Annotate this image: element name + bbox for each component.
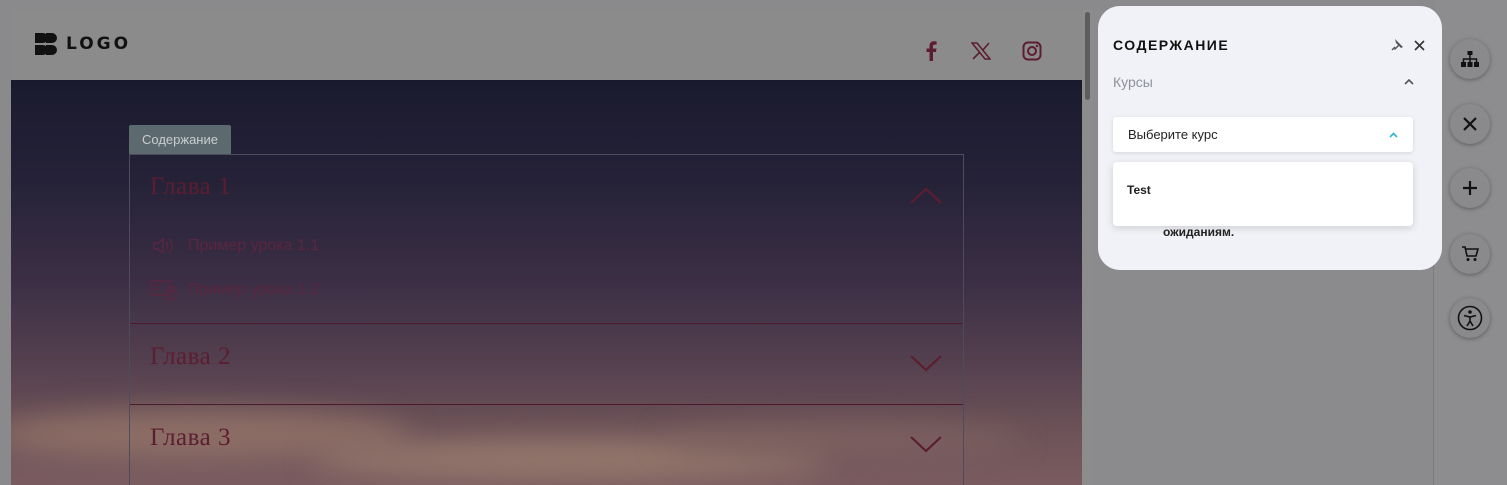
contents-panel: СОДЕРЖАНИЕ Курсы Выберите курс ожиданиям… [1098, 6, 1442, 270]
close-button[interactable] [1450, 104, 1490, 144]
scrollbar-thumb[interactable] [1085, 12, 1090, 100]
logo-mark-icon [35, 33, 57, 55]
close-panel-icon[interactable] [1414, 40, 1425, 51]
partial-text: ожиданиям. [1163, 225, 1235, 239]
logo-text: LOGO [66, 34, 132, 54]
chapter-divider [130, 404, 963, 405]
site-logo[interactable]: LOGO [34, 32, 131, 56]
close-icon [1463, 117, 1477, 131]
side-toolbar [1434, 0, 1507, 485]
audio-icon [150, 235, 178, 257]
add-button[interactable] [1450, 168, 1490, 208]
chapter-1-title[interactable]: Глава 1 [150, 173, 231, 201]
course-dropdown-menu: Test [1113, 162, 1413, 226]
chevron-down-icon[interactable] [909, 353, 943, 373]
chapters-accordion: Глава 1 Пример урока 1.1 Пример урока 1.… [129, 154, 964, 485]
cart-icon [1462, 246, 1479, 261]
chapter-divider [130, 323, 963, 324]
chevron-up-icon [1389, 132, 1398, 138]
lesson-item-1-1[interactable]: Пример урока 1.1 [150, 235, 319, 257]
lesson-item-1-2[interactable]: Пример урока 1.2 [150, 279, 319, 301]
chevron-up-icon[interactable] [1404, 78, 1414, 85]
accessibility-button[interactable] [1450, 298, 1490, 338]
cart-button[interactable] [1450, 234, 1490, 274]
course-select[interactable]: Выберите курс [1113, 117, 1413, 152]
chevron-up-icon[interactable] [909, 185, 943, 205]
chapter-2-title[interactable]: Глава 2 [150, 343, 231, 371]
course-option[interactable]: Test [1127, 183, 1151, 197]
facebook-icon[interactable] [919, 39, 943, 63]
accessibility-icon [1457, 305, 1483, 331]
courses-section-label[interactable]: Курсы [1113, 74, 1153, 90]
lesson-title: Пример урока 1.1 [188, 237, 320, 254]
plus-icon [1463, 181, 1477, 195]
chevron-down-icon[interactable] [909, 434, 943, 454]
locked-lesson-icon [150, 279, 178, 301]
contents-tab-label[interactable]: Содержание [129, 125, 231, 155]
page-scrollbar[interactable] [1082, 10, 1093, 485]
x-twitter-icon[interactable] [969, 39, 993, 63]
pin-icon[interactable] [1390, 38, 1404, 52]
lesson-title: Пример урока 1.2 [188, 281, 320, 298]
panel-title: СОДЕРЖАНИЕ [1113, 37, 1230, 53]
chapter-3-title[interactable]: Глава 3 [150, 424, 231, 452]
site-header: LOGO [11, 10, 1082, 80]
sitemap-icon [1461, 51, 1479, 67]
sitemap-button[interactable] [1450, 39, 1490, 79]
instagram-icon[interactable] [1020, 39, 1044, 63]
course-select-placeholder: Выберите курс [1128, 127, 1218, 142]
site-preview: LOGO Содержание Глава 1 Пример урока 1.1 [11, 10, 1082, 485]
